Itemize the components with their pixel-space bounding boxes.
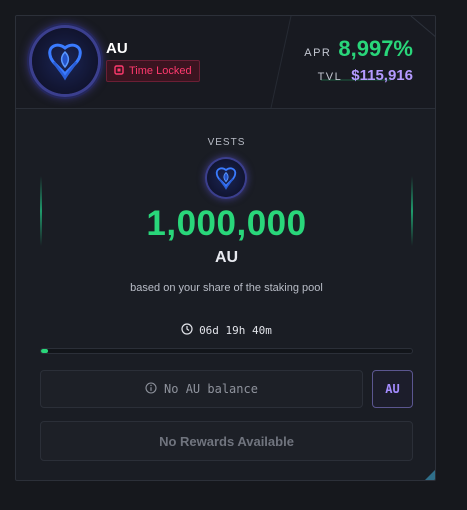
card-header: AU Time Locked APR 8,997% TVL $115,916 xyxy=(16,16,435,109)
vests-label: VESTS xyxy=(207,137,246,148)
balance-text: No AU balance xyxy=(164,382,258,396)
tvl-label: TVL xyxy=(317,71,343,83)
staking-card: AU Time Locked APR 8,997% TVL $115,916 V… xyxy=(15,15,436,481)
token-select-button[interactable]: AU xyxy=(372,370,413,408)
token-name: AU xyxy=(106,40,128,57)
corner-decoration xyxy=(423,468,435,480)
tvl-stat: TVL $115,916 xyxy=(318,67,413,84)
progress-fill xyxy=(41,349,49,353)
vesting-progress-bar xyxy=(40,348,413,354)
timer-value: 06d 19h 40m xyxy=(199,324,272,337)
rewards-button[interactable]: No Rewards Available xyxy=(40,421,413,461)
lock-icon xyxy=(114,64,124,78)
au-token-icon xyxy=(207,159,245,197)
balance-field: No AU balance xyxy=(40,370,363,408)
clock-icon xyxy=(181,323,193,338)
au-token-icon xyxy=(32,28,98,94)
lock-badge-label: Time Locked xyxy=(129,65,192,77)
vest-amount: 1,000,000 xyxy=(146,204,307,243)
apr-value: 8,997% xyxy=(338,36,413,61)
share-note: based on your share of the staking pool xyxy=(130,282,323,294)
tvl-value: $115,916 xyxy=(351,67,413,84)
info-icon xyxy=(145,381,157,397)
time-locked-badge: Time Locked xyxy=(106,60,200,82)
countdown-timer: 06d 19h 40m xyxy=(16,323,435,338)
apr-stat: APR 8,997% xyxy=(304,36,413,62)
apr-label: APR xyxy=(304,47,332,59)
vest-unit: AU xyxy=(214,249,239,266)
